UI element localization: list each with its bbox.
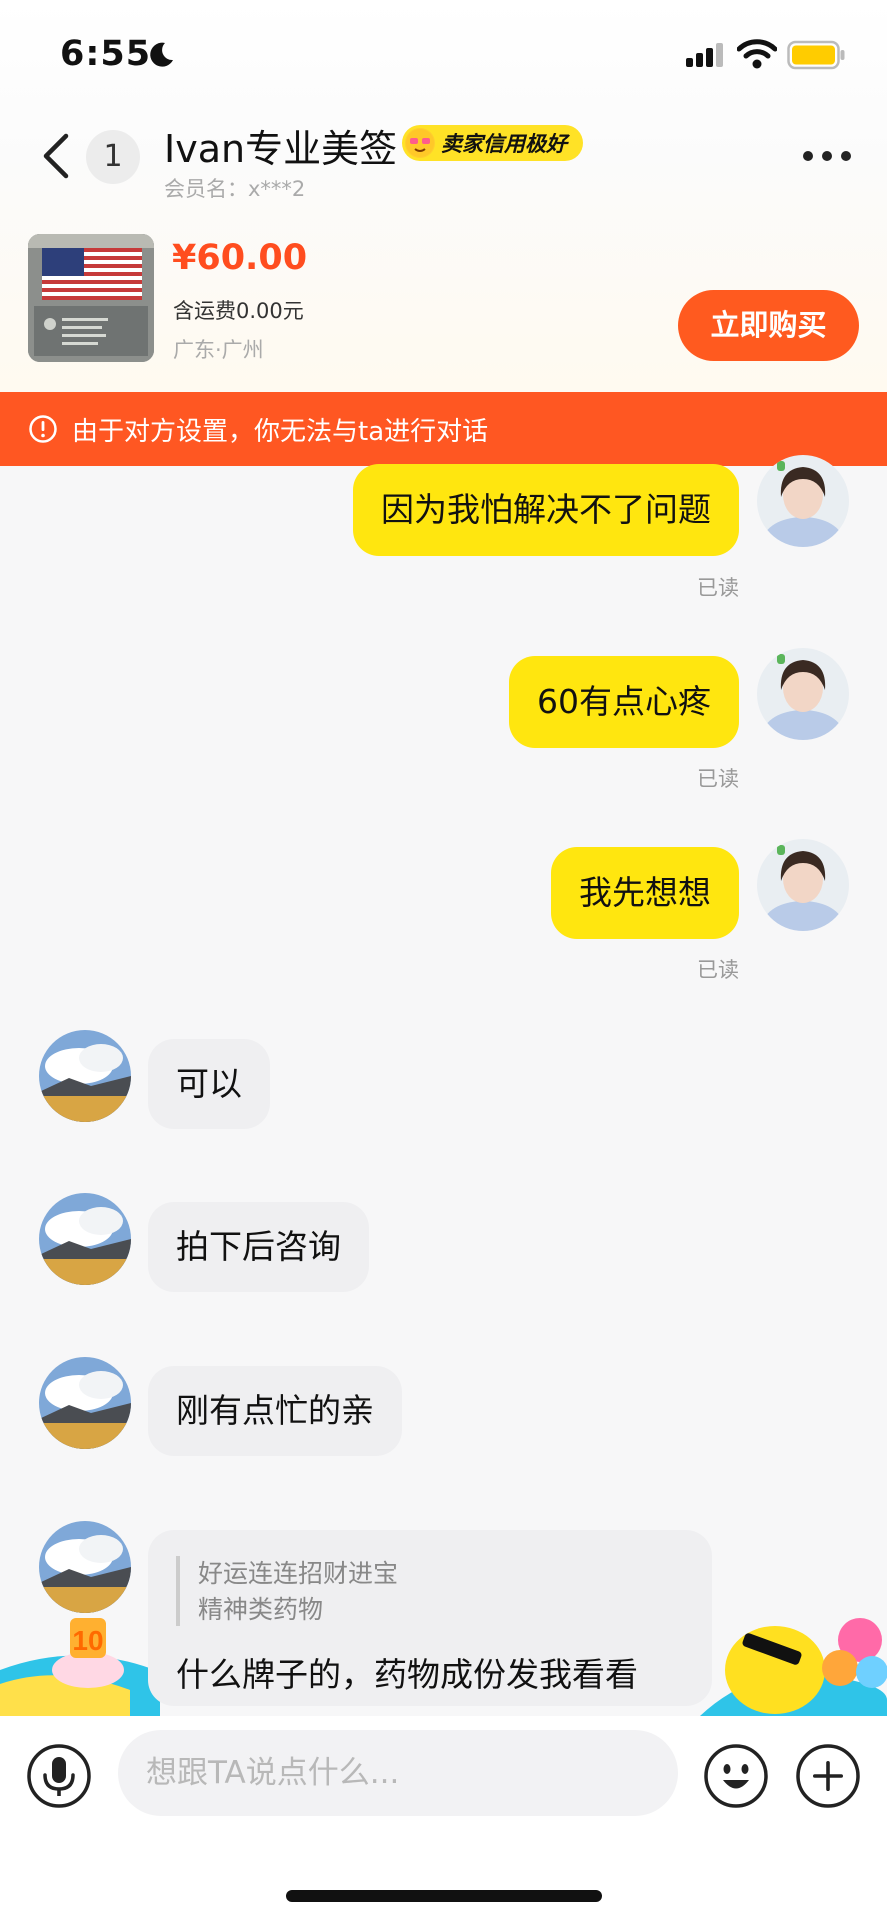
restriction-text: 由于对方设置，你无法与ta进行对话 <box>72 416 489 447</box>
battery-icon <box>787 40 845 70</box>
voice-input-icon[interactable] <box>26 1743 92 1809</box>
my-avatar[interactable] <box>757 839 849 931</box>
wifi-icon <box>737 39 777 69</box>
message-bubble-incoming[interactable]: 刚有点忙的亲 <box>148 1366 402 1456</box>
read-status: 已读 <box>697 576 739 600</box>
member-name: 会员名：x***2 <box>164 177 306 201</box>
quoted-text: 好运连连招财进宝 <box>198 1559 399 1588</box>
unread-count-badge[interactable]: 1 <box>86 130 140 184</box>
message-input[interactable] <box>118 1730 678 1816</box>
message-bubble-outgoing[interactable]: 60有点心疼 <box>509 656 739 748</box>
my-avatar[interactable] <box>757 648 849 740</box>
seller-avatar[interactable] <box>39 1030 131 1122</box>
shipping-fee: 含运费0.00元 <box>173 299 304 323</box>
chat-title[interactable]: Ivan专业美签 <box>164 118 397 173</box>
seller-credit-badge: 卖家信用极好 <box>402 125 583 161</box>
product-price: ¥60.00 <box>172 238 308 278</box>
alert-circle-icon <box>29 415 57 443</box>
read-status: 已读 <box>697 958 739 982</box>
seller-location: 广东·广州 <box>173 338 264 362</box>
status-time: 6:55 <box>60 34 152 74</box>
home-indicator <box>286 1890 602 1902</box>
more-icon[interactable] <box>802 150 852 162</box>
quoted-text: 精神类药物 <box>198 1595 324 1624</box>
seller-avatar[interactable] <box>39 1521 131 1613</box>
plus-icon[interactable] <box>795 1743 861 1809</box>
emoji-icon[interactable] <box>703 1743 769 1809</box>
message-bubble-incoming[interactable]: 拍下后咨询 <box>148 1202 369 1292</box>
quote-bar <box>176 1556 180 1626</box>
credit-badge-label: 卖家信用极好 <box>441 132 567 156</box>
message-bubble-outgoing[interactable]: 因为我怕解决不了问题 <box>353 464 739 556</box>
back-icon[interactable] <box>38 132 74 180</box>
product-thumbnail[interactable] <box>28 234 154 362</box>
message-bubble-incoming[interactable]: 可以 <box>148 1039 270 1129</box>
moon-icon <box>150 42 173 67</box>
buy-now-button[interactable]: 立即购买 <box>678 290 859 361</box>
seller-avatar[interactable] <box>39 1193 131 1285</box>
message-bubble-quoted[interactable]: 好运连连招财进宝 精神类药物 什么牌子的，药物成份发我看看 <box>148 1530 712 1706</box>
chat-restriction-banner: 由于对方设置，你无法与ta进行对话 <box>0 392 887 466</box>
seller-avatar[interactable] <box>39 1357 131 1449</box>
sunglasses-emoji-icon <box>405 128 435 158</box>
svg-text:10: 10 <box>72 1625 103 1656</box>
read-status: 已读 <box>697 767 739 791</box>
my-avatar[interactable] <box>757 455 849 547</box>
reply-text: 什么牌子的，药物成份发我看看 <box>176 1655 638 1694</box>
message-bubble-outgoing[interactable]: 我先想想 <box>551 847 739 939</box>
cellular-signal-icon <box>686 43 723 67</box>
